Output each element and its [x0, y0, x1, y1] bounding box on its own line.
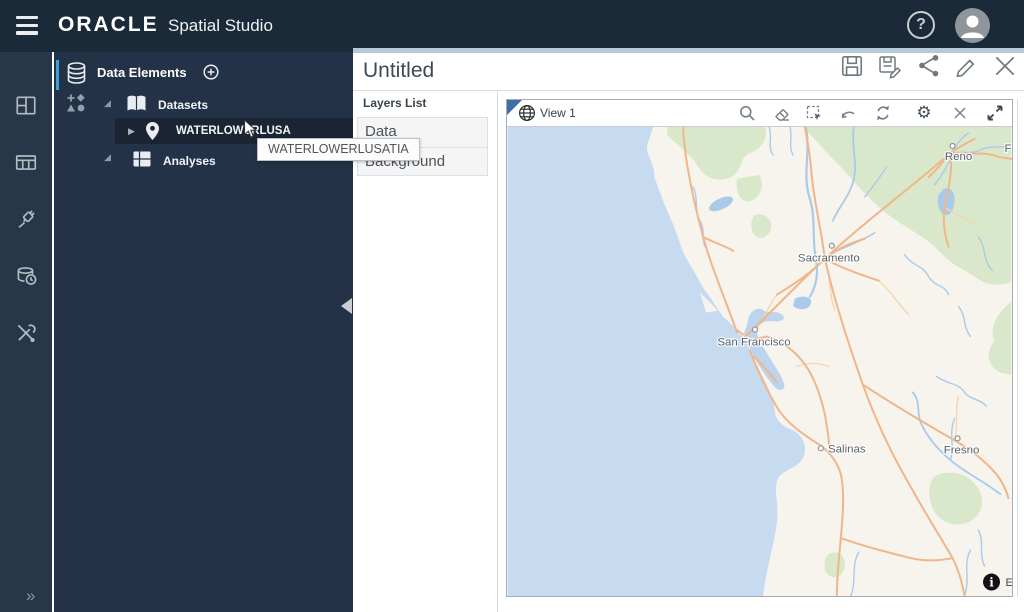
settings-gear-icon[interactable]: ⚙	[915, 104, 933, 122]
left-nav-rail: »	[0, 52, 52, 612]
label-fernley-clipped: Fe	[1004, 143, 1012, 155]
save-icon[interactable]	[839, 53, 865, 79]
dataset-collapsed-icon[interactable]: ▶	[128, 126, 135, 137]
label-fresno: Fresno	[944, 444, 980, 456]
label-san-francisco: San Francisco	[717, 337, 790, 349]
view-title: View 1	[540, 106, 576, 120]
panel-collapse-handle-icon[interactable]	[341, 298, 352, 314]
datasets-expand-icon[interactable]: ◢	[104, 98, 111, 109]
user-avatar[interactable]	[955, 8, 990, 43]
data-elements-panel: Data Elements ◢ Datasets ▶ WATERLOWERLUS…	[54, 52, 391, 612]
oracle-logo: ORACLE	[58, 13, 159, 36]
admin-tools-icon[interactable]	[14, 321, 38, 345]
connections-plug-icon[interactable]	[14, 207, 38, 231]
analyses-expand-icon[interactable]: ◢	[104, 152, 111, 163]
save-as-icon[interactable]	[877, 53, 903, 79]
tree-node-datasets[interactable]: Datasets	[158, 98, 208, 112]
globe-icon	[518, 104, 536, 122]
eraser-icon[interactable]	[773, 104, 791, 122]
info-icon[interactable]: i	[989, 576, 994, 590]
previous-extent-icon[interactable]	[839, 104, 857, 122]
share-icon[interactable]	[916, 53, 942, 79]
dashboard-icon[interactable]	[14, 93, 38, 117]
database-icon[interactable]	[65, 61, 88, 87]
tree-node-analyses[interactable]: Analyses	[163, 154, 216, 168]
help-icon[interactable]: ?	[907, 11, 935, 39]
content-top-accent	[353, 48, 1024, 53]
expand-rail-icon[interactable]: »	[26, 586, 36, 606]
datasets-table-icon[interactable]	[14, 150, 38, 174]
book-icon	[127, 95, 146, 111]
layers-list-title: Layers List	[363, 96, 427, 110]
map-canvas[interactable]: Sacramento San Francisco Salinas Fresno …	[507, 127, 1012, 596]
map-attribution: E	[1005, 577, 1012, 589]
active-tab-indicator	[56, 60, 59, 90]
close-editor-icon[interactable]	[992, 53, 1018, 79]
menu-hamburger-icon[interactable]	[16, 16, 38, 35]
edit-pencil-icon[interactable]	[954, 53, 980, 79]
map-view-header: View 1 ⚙	[507, 100, 1012, 127]
label-salinas: Salinas	[828, 443, 866, 455]
jobs-database-clock-icon[interactable]	[14, 264, 38, 288]
search-icon[interactable]	[738, 104, 756, 122]
product-name: Spatial Studio	[168, 16, 273, 35]
panel-title: Data Elements	[97, 65, 187, 80]
analyses-table-icon	[133, 151, 151, 167]
scrollbar-track[interactable]	[1017, 99, 1018, 597]
expand-view-icon[interactable]	[986, 104, 1004, 122]
dataset-tooltip: WATERLOWERLUSATIA	[257, 138, 420, 161]
add-dataset-icon[interactable]	[203, 64, 219, 80]
refresh-icon[interactable]	[874, 104, 892, 122]
header-divider	[353, 90, 1024, 91]
page-title[interactable]: Untitled	[363, 59, 434, 83]
layers-divider	[497, 90, 498, 612]
editor-area: Untitled Layers List Data Background Vie…	[353, 53, 1024, 612]
marquee-select-icon[interactable]	[805, 104, 823, 122]
close-view-icon[interactable]	[951, 104, 969, 122]
map-pin-icon	[146, 122, 159, 140]
shapes-icon[interactable]	[66, 93, 86, 113]
label-reno: Reno	[945, 151, 972, 163]
label-sacramento: Sacramento	[798, 253, 860, 265]
map-view-card: View 1 ⚙ Sacramento San Francisco Salina…	[506, 99, 1013, 597]
person-icon	[961, 15, 984, 38]
top-bar: ORACLE Spatial Studio ?	[0, 0, 1024, 52]
tree-node-dataset-name[interactable]: WATERLOWERLUSA	[176, 125, 291, 137]
mouse-cursor-icon	[243, 119, 258, 138]
